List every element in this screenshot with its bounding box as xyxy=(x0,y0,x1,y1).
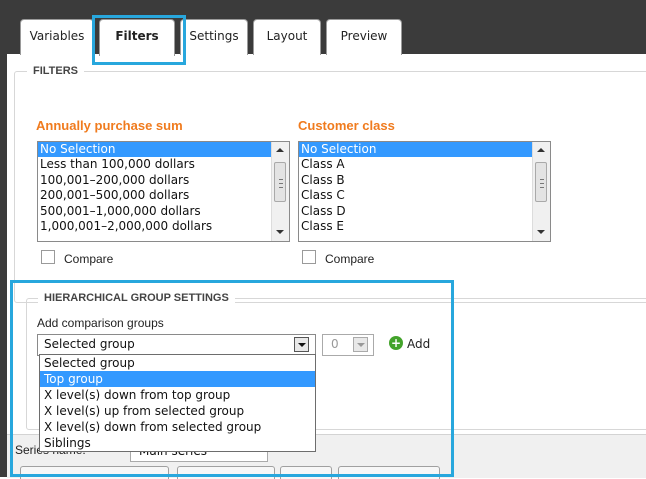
dropdown-arrow-icon[interactable] xyxy=(353,337,368,352)
bottom-button[interactable] xyxy=(20,466,169,479)
scrollbar[interactable] xyxy=(532,142,550,241)
list-item[interactable]: Class C xyxy=(299,188,550,203)
scroll-down-icon[interactable] xyxy=(537,230,545,234)
list-item[interactable]: Less than 100,000 dollars xyxy=(38,157,289,172)
list-item[interactable]: Class E xyxy=(299,219,550,234)
left-edge xyxy=(0,54,7,477)
scroll-thumb[interactable] xyxy=(535,162,547,202)
annual-purchase-listbox[interactable]: No Selection Less than 100,000 dollars 1… xyxy=(37,141,290,242)
level-value: 0 xyxy=(331,337,339,351)
bottom-button[interactable] xyxy=(338,466,440,479)
hierarchical-legend: HIERARCHICAL GROUP SETTINGS xyxy=(38,292,235,304)
annual-compare-checkbox[interactable] xyxy=(41,250,55,264)
list-item[interactable]: No Selection xyxy=(38,142,289,158)
customer-class-label: Customer class xyxy=(298,118,395,133)
comparison-group-select[interactable]: Selected group xyxy=(37,334,316,356)
list-item[interactable]: 200,001–500,000 dollars xyxy=(38,188,289,203)
tab-settings[interactable]: Settings xyxy=(180,19,248,55)
list-item[interactable]: 500,001–1,000,000 dollars xyxy=(38,204,289,219)
dropdown-option[interactable]: Selected group xyxy=(40,355,315,371)
annual-compare-label: Compare xyxy=(64,252,114,266)
tab-layout[interactable]: Layout xyxy=(253,19,321,55)
comparison-group-dropdown[interactable]: Selected group Top group X level(s) down… xyxy=(39,354,316,452)
customer-compare-label: Compare xyxy=(325,252,375,266)
list-item[interactable]: No Selection xyxy=(299,142,550,158)
list-item[interactable]: 1,000,001–2,000,000 dollars xyxy=(38,219,289,234)
grip-icon xyxy=(279,179,283,188)
top-bar xyxy=(0,0,646,54)
dropdown-option[interactable]: Siblings xyxy=(40,435,315,451)
tab-preview[interactable]: Preview xyxy=(326,19,402,55)
tab-label: Preview xyxy=(340,29,388,43)
dropdown-option[interactable]: X level(s) down from selected group xyxy=(40,419,315,435)
tab-variables[interactable]: Variables xyxy=(20,19,94,55)
select-value: Selected group xyxy=(44,337,135,351)
list-item[interactable]: Class A xyxy=(299,157,550,172)
add-comparison-label: Add comparison groups xyxy=(37,316,164,330)
tab-label: Filters xyxy=(115,29,159,43)
add-button[interactable]: Add xyxy=(407,337,430,351)
add-plus-icon[interactable]: + xyxy=(389,336,403,350)
list-item[interactable]: 100,001–200,000 dollars xyxy=(38,173,289,188)
customer-compare-checkbox[interactable] xyxy=(302,250,316,264)
dropdown-arrow-icon[interactable] xyxy=(294,337,309,352)
bottom-button[interactable] xyxy=(280,466,332,479)
scroll-thumb[interactable] xyxy=(274,162,286,202)
annual-purchase-label: Annually purchase sum xyxy=(36,118,183,133)
dropdown-option[interactable]: Top group xyxy=(40,371,315,387)
dropdown-option[interactable]: X level(s) down from top group xyxy=(40,387,315,403)
scroll-down-icon[interactable] xyxy=(276,230,284,234)
tab-label: Settings xyxy=(189,29,239,43)
list-item[interactable]: Class B xyxy=(299,173,550,188)
list-item[interactable]: Class D xyxy=(299,204,550,219)
dropdown-option[interactable]: X level(s) up from selected group xyxy=(40,403,315,419)
tab-label: Variables xyxy=(29,29,85,43)
customer-class-listbox[interactable]: No Selection Class A Class B Class C Cla… xyxy=(298,141,551,242)
scroll-up-icon[interactable] xyxy=(276,148,284,152)
bottom-button[interactable] xyxy=(177,466,275,479)
level-select[interactable]: 0 xyxy=(322,334,374,356)
scrollbar[interactable] xyxy=(271,142,289,241)
scroll-up-icon[interactable] xyxy=(537,148,545,152)
tab-label: Layout xyxy=(266,29,308,43)
filters-legend: FILTERS xyxy=(27,65,85,77)
tab-filters[interactable]: Filters xyxy=(99,19,175,56)
grip-icon xyxy=(540,179,544,188)
